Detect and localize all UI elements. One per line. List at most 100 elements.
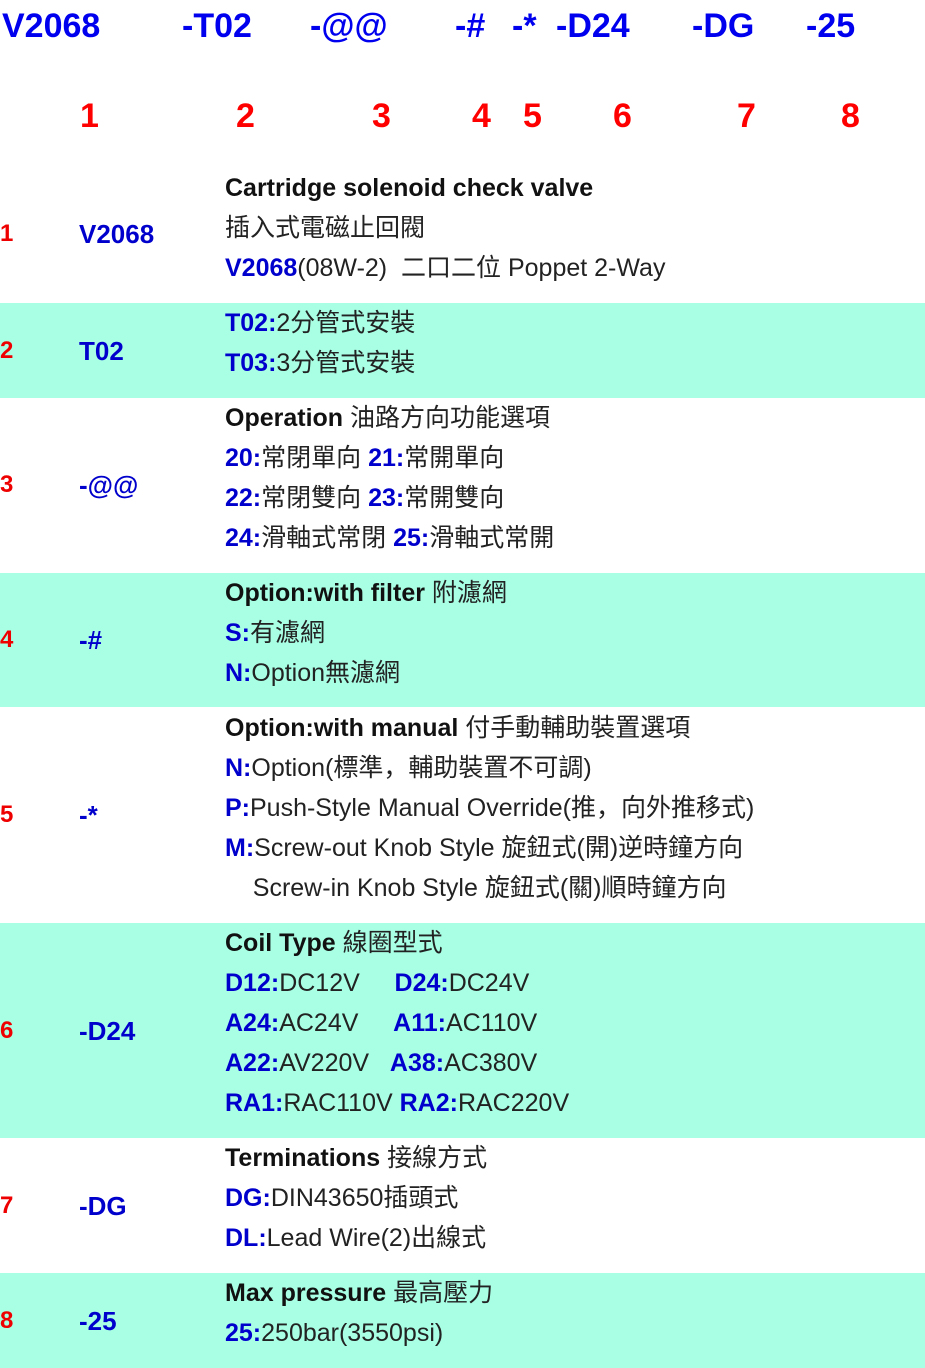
position-number-5: 5 [523, 97, 542, 135]
position-number-3: 3 [372, 97, 391, 135]
row-number: 8 [0, 1306, 14, 1334]
description-text: 滑軸式常閉 [261, 524, 394, 552]
description-text: DC24V [448, 969, 530, 997]
spec-row-7: 7 -DG Terminations 接線方式 DG:DIN43650插頭式 DL:Le… [0, 1138, 925, 1273]
option-code: 23: [368, 484, 405, 512]
spec-row-8: 8 -25 Max pressure 最高壓力 25:250bar(3550psi) [0, 1273, 925, 1368]
description-text: 250bar(3550psi) [261, 1319, 444, 1347]
description-line: 20:常閉單向 21:常開單向 [225, 438, 554, 478]
description-line: N:Option無濾網 [225, 653, 507, 693]
description-text: 油路方向功能選項 [343, 404, 551, 432]
description-text: RAC110V [283, 1089, 400, 1117]
row-code: -DG [79, 1190, 127, 1221]
part-code-header-1: V2068 [2, 7, 101, 45]
option-code: T02: [225, 309, 277, 337]
description-line: T02:2分管式安裝 [225, 303, 415, 343]
description-line: RA1:RAC110V RA2:RAC220V [225, 1083, 569, 1123]
row-code: -@@ [79, 470, 139, 500]
option-code: 25: [393, 524, 430, 552]
spec-row-1: 1 V2068 Cartridge solenoid check valve 插入式電… [0, 165, 925, 302]
part-code-header-8: -25 [806, 7, 856, 45]
description-text: 附濾網 [424, 579, 507, 607]
description-text: DIN43650插頭式 [270, 1184, 459, 1212]
description-line: D12:DC12V D24:DC24V [225, 963, 569, 1003]
option-code: 21: [368, 444, 405, 472]
row-number: 4 [0, 626, 14, 653]
description-text: 最高壓力 [386, 1279, 494, 1307]
description-line: 插入式電磁止回閥 [225, 208, 665, 248]
row-number: 6 [0, 1016, 14, 1044]
part-code-header-3: -@@ [310, 7, 388, 45]
description-text: AC380V [444, 1049, 538, 1077]
description-text: Option(標準，輔助裝置不可調) [251, 754, 592, 782]
option-code: A11: [393, 1009, 446, 1037]
description-line: Option:with manual 付手動輔助裝置選項 [225, 708, 754, 748]
position-number-2: 2 [236, 97, 255, 135]
row-description: Option:with manual 付手動輔助裝置選項 N:Option(標準，… [225, 708, 754, 908]
description-text: Push-Style Manual Override(推，向外推移式) [250, 794, 755, 822]
description-text: 常閉單向 [261, 444, 369, 472]
option-code: M: [225, 834, 255, 862]
option-code: 25: [225, 1319, 262, 1347]
description-line: 24:滑軸式常閉 25:滑軸式常開 [225, 518, 554, 558]
section-title: Coil Type [225, 929, 336, 957]
row-description: Option:with filter 附濾網 S:有濾網 N:Option無濾網 [225, 573, 507, 693]
description-text: 常閉雙向 [261, 484, 369, 512]
description-text: AC110V [445, 1009, 538, 1037]
description-line: Option:with filter 附濾網 [225, 573, 507, 613]
description-text: Option無濾網 [251, 659, 401, 687]
description-text: 2分管式安裝 [276, 309, 416, 337]
row-number: 3 [0, 471, 14, 498]
option-code: RA1: [225, 1089, 284, 1117]
row-code: -* [79, 800, 98, 830]
section-title: Option:with manual [225, 714, 459, 742]
description-line: Coil Type 線圈型式 [225, 923, 569, 963]
row-number: 7 [0, 1191, 14, 1219]
row-number: 1 [0, 219, 14, 247]
description-line: Screw-in Knob Style 旋鈕式(關)順時鐘方向 [225, 868, 754, 908]
description-line: 22:常閉雙向 23:常開雙向 [225, 478, 554, 518]
description-line: Max pressure 最高壓力 [225, 1273, 493, 1313]
description-line: T03:3分管式安裝 [225, 343, 415, 383]
part-code-header-6: -D24 [556, 7, 630, 45]
option-code: 24: [225, 524, 262, 552]
position-number-6: 6 [613, 97, 632, 135]
description-line: A24:AC24V A11:AC110V [225, 1003, 569, 1043]
option-code: DG: [225, 1184, 271, 1212]
description-line: P:Push-Style Manual Override(推，向外推移式) [225, 788, 754, 828]
description-line: DL:Lead Wire(2)出線式 [225, 1218, 487, 1258]
option-code: DL: [225, 1224, 267, 1252]
spec-row-4: 4 -# Option:with filter 附濾網 S:有濾網 N:Option無濾… [0, 573, 925, 707]
spec-row-2: 2 T02 T02:2分管式安裝 T03:3分管式安裝 [0, 303, 925, 398]
section-title: Terminations [225, 1144, 381, 1172]
option-code: 22: [225, 484, 262, 512]
description-text: 插入式電磁止回閥 [225, 214, 426, 242]
description-text: DC12V [279, 969, 395, 997]
row-description: Operation 油路方向功能選項 20:常閉單向 21:常開單向 22:常閉雙向… [225, 398, 554, 558]
description-line: S:有濾網 [225, 613, 507, 653]
position-number-7: 7 [737, 97, 756, 135]
spec-row-6: 6 -D24 Coil Type 線圈型式 D12:DC12V D24:DC24V A2… [0, 923, 925, 1138]
description-text: 有濾網 [250, 619, 326, 647]
option-code: A38: [389, 1049, 445, 1077]
description-text: Screw-in Knob Style 旋鈕式(關)順時鐘方向 [225, 874, 727, 902]
option-code: N: [225, 754, 252, 782]
option-code: RA2: [399, 1089, 458, 1117]
description-text: 付手動輔助裝置選項 [458, 714, 691, 742]
row-code: V2068 [79, 218, 155, 249]
row-number: 5 [0, 801, 14, 828]
row-code: -25 [79, 1305, 117, 1336]
description-line: DG:DIN43650插頭式 [225, 1178, 487, 1218]
option-code: P: [225, 794, 250, 822]
option-code: 20: [225, 444, 262, 472]
description-text: 3分管式安裝 [276, 349, 416, 377]
option-code: S: [225, 619, 250, 647]
row-description: Max pressure 最高壓力 25:250bar(3550psi) [225, 1273, 493, 1353]
description-text: AV220V [279, 1049, 390, 1077]
row-description: Cartridge solenoid check valve 插入式電磁止回閥 V2… [225, 168, 665, 288]
description-line: V2068(08W-2) 二口二位 Poppet 2-Way [225, 248, 665, 288]
section-title: Option:with filter [225, 579, 425, 607]
option-code: V2068 [225, 254, 298, 282]
row-number: 2 [0, 336, 14, 364]
description-text: 常開單向 [404, 444, 505, 472]
